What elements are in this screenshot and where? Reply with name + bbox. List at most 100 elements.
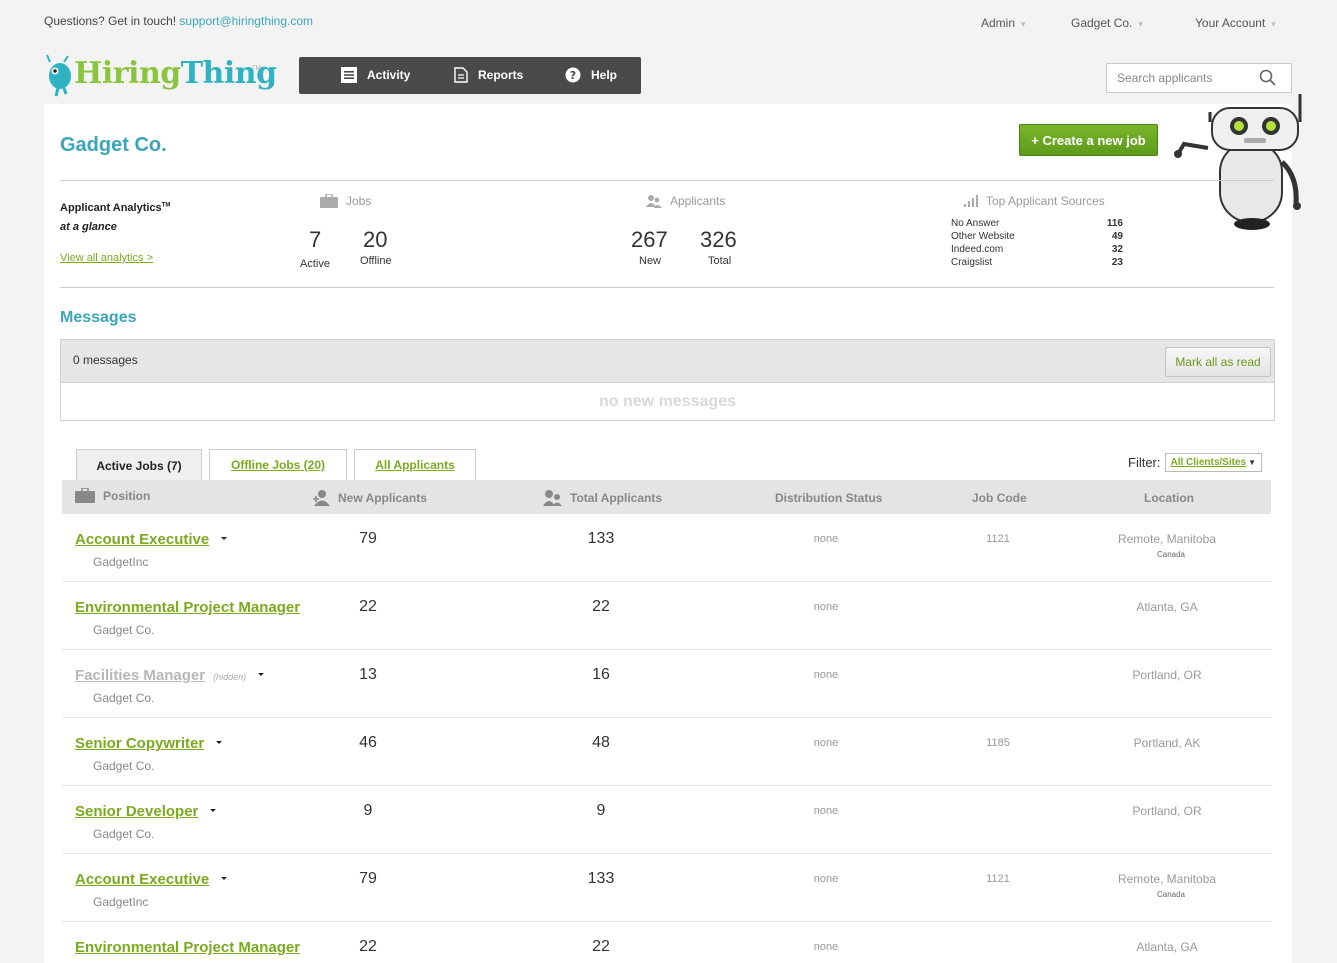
hiringthing-logo[interactable]: HiringThing TM: [44, 52, 277, 98]
logo-part1: Hiring: [74, 56, 181, 91]
job-title-link[interactable]: Facilities Manager (hidden): [75, 667, 270, 685]
logo-trademark: TM: [252, 66, 261, 72]
distribution-status: none: [813, 601, 839, 613]
mark-all-read-button[interactable]: Mark all as read: [1165, 347, 1271, 377]
table-row: Facilities Manager (hidden) Gadget Co. 13…: [62, 650, 1271, 718]
job-code: 1121: [986, 873, 1010, 885]
company-menu[interactable]: Gadget Co. ▾: [1071, 16, 1143, 30]
support-email-link[interactable]: support@hiringthing.com: [179, 14, 313, 28]
total-applicants-count[interactable]: 22: [571, 598, 631, 616]
new-applicants-count[interactable]: 46: [338, 734, 398, 752]
create-job-button[interactable]: + Create a new job: [1019, 124, 1158, 156]
new-applicants-count[interactable]: 22: [338, 598, 398, 616]
job-title-link[interactable]: Environmental Project Manager: [75, 599, 300, 616]
new-applicants-count[interactable]: 13: [338, 666, 398, 684]
total-applicants-count[interactable]: 48: [571, 734, 631, 752]
filter-select[interactable]: All Clients/Sites ▼: [1164, 453, 1262, 472]
job-code: 1121: [986, 533, 1010, 545]
new-applicants-count[interactable]: 79: [338, 530, 398, 548]
nav-reports[interactable]: Reports: [454, 67, 523, 83]
sources-heading-label: Top Applicant Sources: [986, 194, 1105, 208]
distribution-status: none: [813, 941, 839, 953]
tab-all-applicants[interactable]: All Applicants: [354, 449, 476, 480]
tab-active-jobs[interactable]: Active Jobs (7): [76, 449, 202, 481]
job-title-link[interactable]: Senior Copywriter: [75, 735, 228, 753]
nav-activity-label: Activity: [367, 68, 411, 82]
nav-help[interactable]: ? Help: [565, 67, 617, 83]
jobs-active-label-clip: Active: [300, 254, 332, 272]
new-applicants-count[interactable]: 79: [338, 870, 398, 888]
job-title-link[interactable]: Account Executive: [75, 531, 233, 549]
job-title: Senior Developer: [75, 803, 199, 820]
analytics-subtitle: at a glance: [60, 221, 117, 233]
jobs-offline-count: 20: [363, 227, 388, 252]
list-icon: [341, 67, 357, 83]
analytics-title: Applicant AnalyticsTM: [60, 202, 170, 214]
caret-down-icon[interactable]: [215, 529, 233, 547]
jobs-heading: Jobs: [320, 194, 371, 208]
col-position[interactable]: Position: [75, 488, 150, 503]
job-company: Gadget Co.: [93, 623, 155, 637]
total-applicants-count[interactable]: 16: [571, 666, 631, 684]
messages-bar: 0 messages Mark all as read: [60, 339, 1275, 383]
job-country: Canada: [1156, 890, 1186, 899]
col-position-label: Position: [103, 488, 151, 503]
col-new-applicants-label: New Applicants: [338, 490, 427, 505]
col-total-applicants-label: Total Applicants: [570, 490, 663, 505]
job-title-link[interactable]: Account Executive: [75, 871, 233, 889]
nav-activity[interactable]: Activity: [341, 67, 410, 83]
job-location: Portland, OR: [1132, 804, 1202, 818]
new-applicants-count[interactable]: 9: [338, 802, 398, 820]
col-total-applicants[interactable]: Total Applicants: [543, 489, 662, 506]
tab-offline-jobs[interactable]: Offline Jobs (20): [209, 449, 347, 480]
col-job-code[interactable]: Job Code: [972, 491, 1027, 505]
table-header: Position New Applicants Total Applicants…: [62, 480, 1271, 514]
search-input[interactable]: [1107, 64, 1257, 92]
briefcase-icon: [75, 488, 95, 503]
caret-down-icon[interactable]: [204, 801, 222, 819]
total-applicants-count[interactable]: 133: [571, 530, 631, 548]
caret-down-icon[interactable]: [252, 665, 270, 683]
job-title-link[interactable]: Senior Developer: [75, 803, 222, 821]
col-distribution[interactable]: Distribution Status: [775, 491, 882, 505]
job-location: Atlanta, GA: [1136, 940, 1198, 954]
source-name: Indeed.com: [951, 244, 1004, 255]
admin-menu-label: Admin: [981, 16, 1016, 30]
view-all-analytics-link[interactable]: View all analytics >: [60, 252, 153, 264]
job-title-link[interactable]: Environmental Project Manager: [75, 939, 300, 956]
admin-menu[interactable]: Admin ▾: [981, 16, 1026, 30]
caret-down-icon[interactable]: [210, 733, 228, 751]
source-row: Other Website 49: [951, 230, 1131, 243]
distribution-status: none: [813, 669, 839, 681]
user-add-icon: [313, 490, 330, 506]
job-company: Gadget Co.: [93, 691, 155, 705]
filter-label: Filter:: [1128, 455, 1161, 470]
col-new-applicants[interactable]: New Applicants: [312, 489, 427, 506]
bar-chart-icon: [964, 195, 978, 207]
contact-line: Questions? Get in touch! support@hiringt…: [44, 14, 313, 28]
applicants-total-count: 326: [700, 227, 737, 252]
new-applicants-count[interactable]: 22: [338, 938, 398, 956]
table-row: Senior Copywriter Gadget Co. 46 48 none …: [62, 718, 1271, 786]
hidden-tag: (hidden): [213, 672, 247, 682]
source-row: Indeed.com 32: [951, 243, 1131, 256]
job-title: Facilities Manager: [75, 667, 206, 684]
account-menu[interactable]: Your Account ▾: [1195, 16, 1276, 30]
total-applicants-count[interactable]: 9: [571, 802, 631, 820]
users-icon: [646, 195, 662, 208]
job-title: Account Executive: [75, 871, 210, 888]
source-name: Craigslist: [951, 257, 993, 268]
contact-prefix: Questions? Get in touch!: [44, 14, 177, 28]
total-applicants-count[interactable]: 133: [571, 870, 631, 888]
search-box: [1106, 63, 1292, 93]
total-applicants-count[interactable]: 22: [571, 938, 631, 956]
logo-wordmark: HiringThing: [74, 56, 277, 91]
job-title: Environmental Project Manager: [75, 599, 301, 616]
caret-down-icon[interactable]: [215, 869, 233, 887]
divider: [60, 180, 1274, 181]
analytics-title-text: Applicant Analytics: [60, 202, 162, 214]
col-location[interactable]: Location: [1144, 491, 1194, 505]
job-location: Remote, Manitoba: [1117, 872, 1217, 886]
job-company: Gadget Co.: [93, 759, 155, 773]
search-icon[interactable]: [1259, 69, 1277, 87]
